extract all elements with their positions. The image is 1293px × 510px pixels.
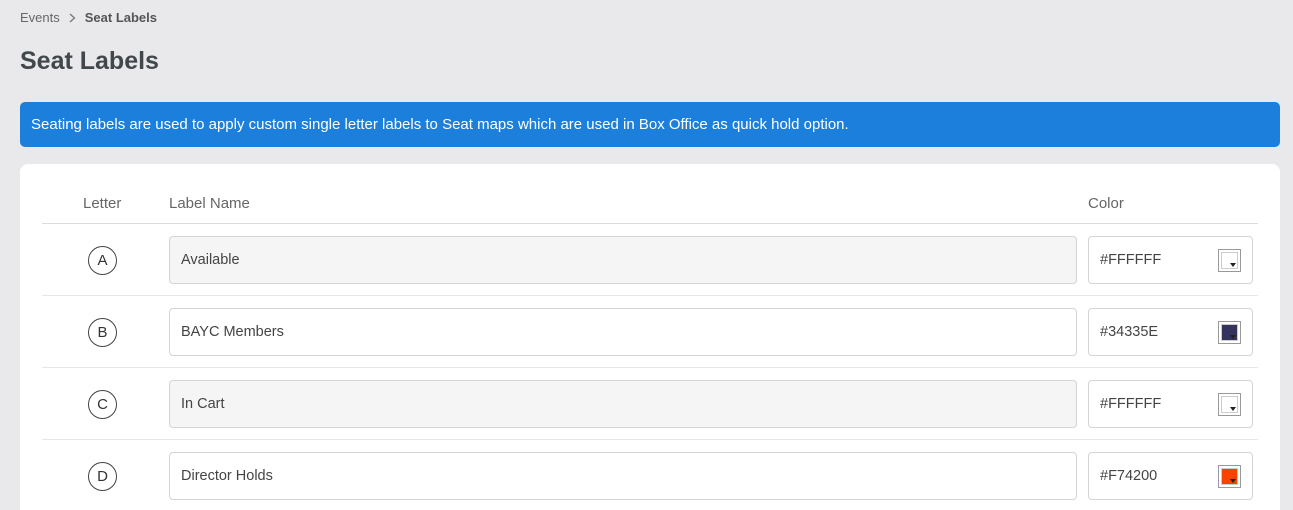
table-row: D Director Holds #F74200 <box>42 440 1258 510</box>
dropdown-arrow-icon <box>1230 407 1236 411</box>
label-name-input[interactable]: BAYC Members <box>169 308 1077 356</box>
dropdown-arrow-icon <box>1230 479 1236 483</box>
breadcrumb-current: Seat Labels <box>84 10 158 25</box>
color-swatch-fill <box>1221 396 1238 413</box>
color-hex-input[interactable]: #34335E <box>1088 308 1253 356</box>
table-row: A Available #FFFFFF <box>42 224 1258 296</box>
dropdown-arrow-icon <box>1230 263 1236 267</box>
table-header: Letter Label Name Color <box>42 164 1258 224</box>
letter-badge: A <box>88 246 117 275</box>
chevron-right-icon <box>69 13 76 23</box>
color-swatch-fill <box>1221 468 1238 485</box>
column-header-color: Color <box>1088 195 1124 212</box>
color-picker-swatch[interactable] <box>1218 393 1241 416</box>
color-hex-value: #FFFFFF <box>1100 252 1162 268</box>
color-hex-value: #FFFFFF <box>1100 396 1162 412</box>
column-header-letter: Letter <box>83 195 122 212</box>
color-picker-swatch[interactable] <box>1218 249 1241 272</box>
label-name-input[interactable]: In Cart <box>169 380 1077 428</box>
info-banner-text: Seating labels are used to apply custom … <box>31 116 849 133</box>
label-name-input[interactable]: Available <box>169 236 1077 284</box>
color-hex-input[interactable]: #F74200 <box>1088 452 1253 500</box>
page-title: Seat Labels <box>20 47 159 75</box>
label-name-input[interactable]: Director Holds <box>169 452 1077 500</box>
color-hex-input[interactable]: #FFFFFF <box>1088 236 1253 284</box>
breadcrumb: Events Seat Labels <box>20 10 157 25</box>
letter-badge: B <box>88 318 117 347</box>
column-header-label-name: Label Name <box>169 195 250 212</box>
color-swatch-fill <box>1221 324 1238 341</box>
info-banner: Seating labels are used to apply custom … <box>20 102 1280 147</box>
color-swatch-fill <box>1221 252 1238 269</box>
table-row: C In Cart #FFFFFF <box>42 368 1258 440</box>
color-picker-swatch[interactable] <box>1218 465 1241 488</box>
seat-labels-card: Letter Label Name Color A Available #FFF… <box>20 164 1280 510</box>
color-hex-input[interactable]: #FFFFFF <box>1088 380 1253 428</box>
letter-badge: D <box>88 462 117 491</box>
dropdown-arrow-icon <box>1230 335 1236 339</box>
table-row: B BAYC Members #34335E <box>42 296 1258 368</box>
color-hex-value: #34335E <box>1100 324 1159 340</box>
color-picker-swatch[interactable] <box>1218 321 1241 344</box>
color-hex-value: #F74200 <box>1100 468 1158 484</box>
letter-badge: C <box>88 390 117 419</box>
breadcrumb-events-link[interactable]: Events <box>20 10 60 25</box>
